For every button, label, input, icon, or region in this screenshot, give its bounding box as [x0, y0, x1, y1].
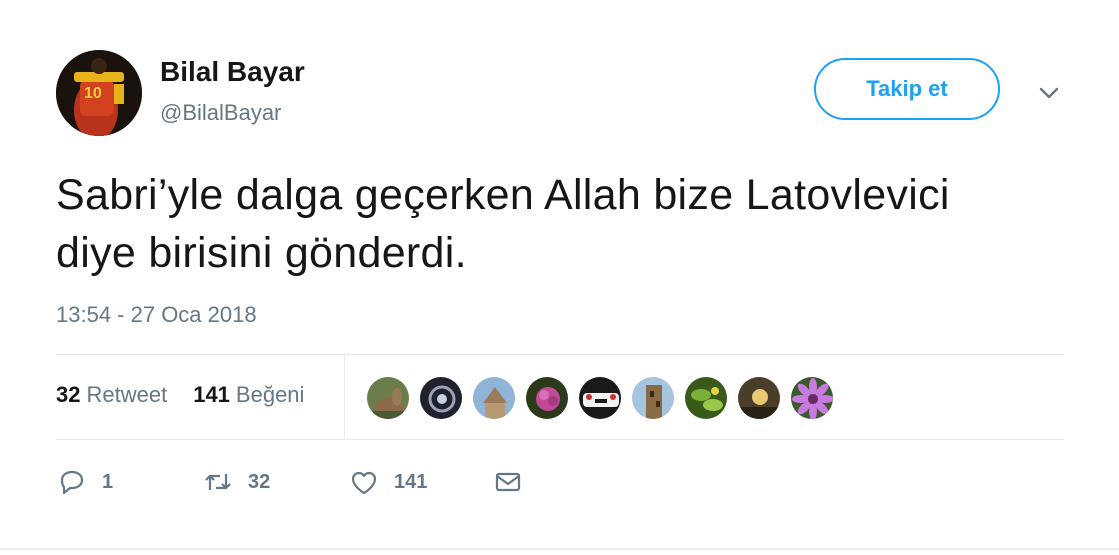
divider: [0, 548, 1119, 550]
like-action-count: 141: [394, 470, 428, 493]
divider: [344, 355, 345, 439]
retweet-action-count: 32: [248, 470, 271, 493]
like-count[interactable]: 141: [193, 382, 230, 408]
liker-avatar-building[interactable]: [472, 376, 516, 420]
chevron-down-icon[interactable]: [1036, 80, 1062, 106]
reply-count: 1: [102, 470, 114, 493]
liker-avatar-flower[interactable]: [525, 376, 569, 420]
retweet-label[interactable]: Retweet: [86, 382, 167, 408]
follow-button[interactable]: Takip et: [814, 58, 1000, 120]
liker-avatar-purple-flower[interactable]: [790, 376, 834, 420]
liker-avatars: [366, 376, 834, 420]
reply-icon: [60, 470, 84, 495]
liker-avatar-leaves[interactable]: [684, 376, 728, 420]
svg-text:10: 10: [84, 85, 102, 102]
tweet-actions: 1 32 141: [56, 466, 524, 498]
heart-icon: [351, 471, 377, 495]
retweet-count[interactable]: 32: [56, 382, 80, 408]
avatar-image: 10: [56, 50, 142, 136]
liker-avatar-tower[interactable]: [631, 376, 675, 420]
tweet-text: Sabri’yle dalga geçerken Allah bize Lato…: [56, 166, 1086, 282]
tweet-timestamp[interactable]: 13:54 - 27 Oca 2018: [56, 302, 257, 328]
reply-button[interactable]: 1: [56, 466, 202, 498]
direct-message-button[interactable]: [492, 466, 524, 498]
liker-avatar-sunset[interactable]: [737, 376, 781, 420]
divider: [56, 439, 1064, 440]
like-label[interactable]: Beğeni: [236, 382, 305, 408]
tweet-text-line-2: diye birisini gönderdi.: [56, 229, 467, 277]
liker-avatar-car[interactable]: [578, 376, 622, 420]
tweet-text-line-1: Sabri’yle dalga geçerken Allah bize Lato…: [56, 171, 950, 219]
retweet-button[interactable]: 32: [202, 466, 348, 498]
like-button[interactable]: 141: [348, 466, 492, 498]
divider: [56, 354, 1064, 355]
author-avatar[interactable]: 10: [56, 50, 142, 136]
author-screen-name[interactable]: @BilalBayar: [160, 100, 281, 126]
tweet-stats: 32 Retweet 141 Beğeni: [56, 382, 304, 408]
author-display-name[interactable]: Bilal Bayar: [160, 56, 305, 88]
liker-avatar-dark-pattern[interactable]: [419, 376, 463, 420]
retweet-icon: [205, 474, 231, 490]
liker-avatar-rabbit[interactable]: [366, 376, 410, 420]
envelope-icon: [495, 472, 521, 492]
